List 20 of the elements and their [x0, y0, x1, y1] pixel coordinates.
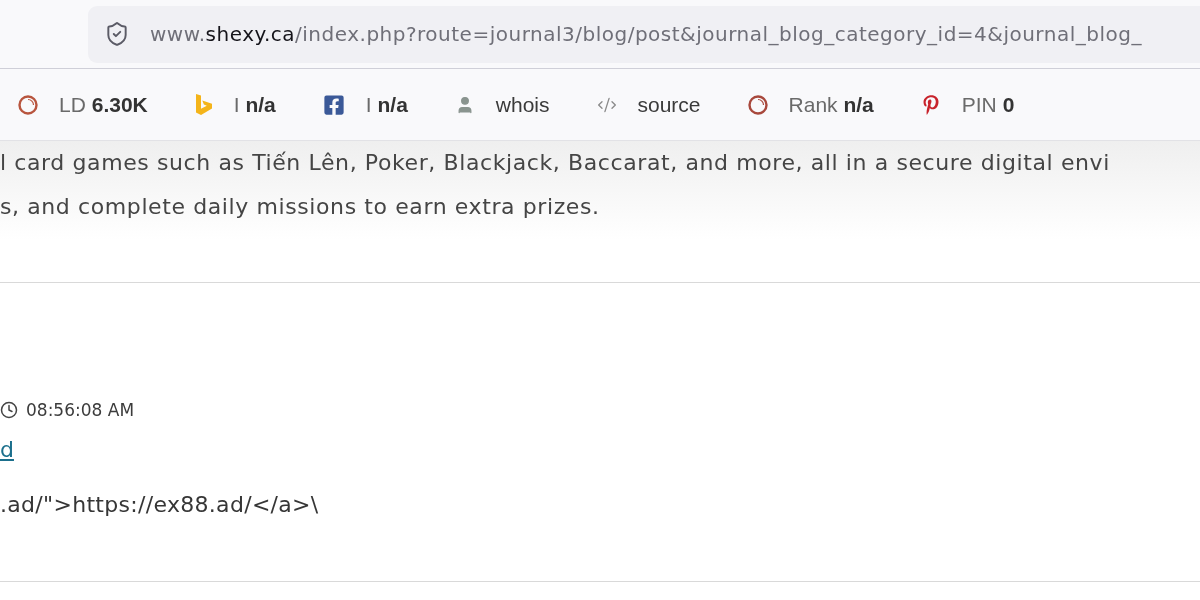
toolbar-link[interactable]: I n/a — [322, 92, 408, 117]
shield-check-icon[interactable] — [104, 21, 130, 47]
ring-icon — [747, 94, 768, 115]
time-text: 08:56:08 AM — [26, 400, 135, 420]
toolbar-link[interactable]: PIN 0 — [920, 92, 1015, 117]
toolbar-link[interactable]: I n/a — [194, 92, 276, 117]
bing-icon — [194, 94, 213, 115]
url-text: www.shexy.ca/index.php?route=journal3/blog/post&journal_blog_category_id=4&journal_blog_ — [150, 22, 1142, 46]
description-line: s, and complete daily missions to earn extra prizes. — [0, 193, 601, 221]
clock-icon — [0, 401, 18, 419]
toolbar-link[interactable]: Rank n/a — [747, 92, 874, 117]
ring-icon — [18, 94, 38, 115]
comment-text: .ad/">https://ex88.ad/</a>\ — [0, 491, 319, 519]
description-line: l card games such as Tiến Lên, Poker, Blackjack, Baccarat, and more, all in a secure digital envi — [0, 149, 1111, 177]
toolbar-link[interactable]: whois — [454, 92, 550, 117]
facebook-icon — [322, 93, 345, 116]
toolbar-link[interactable]: source — [596, 92, 701, 117]
toolbar-link[interactable]: LD 6.30K — [18, 92, 148, 117]
address-field[interactable]: www.shexy.ca/index.php?route=journal3/blog/post&journal_blog_category_id=4&journal_blog_ — [88, 5, 1200, 63]
author-link[interactable]: d — [0, 434, 14, 466]
